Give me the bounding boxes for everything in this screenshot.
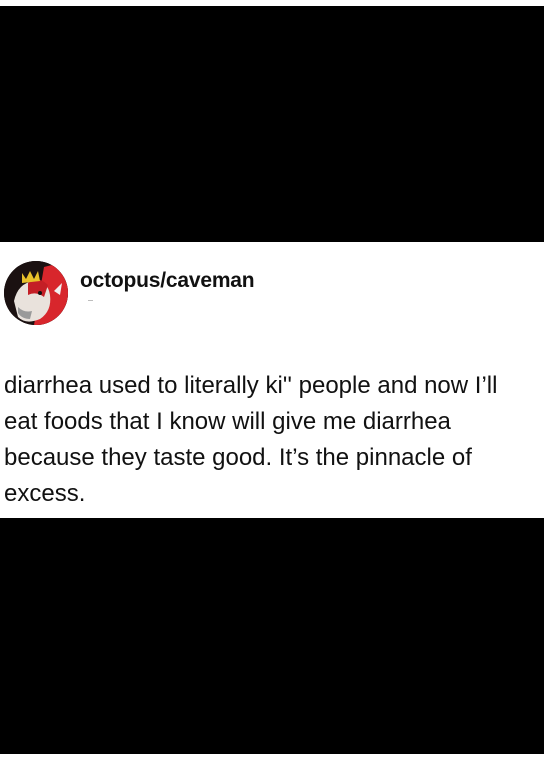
crowned-dog-avatar-icon <box>4 261 68 325</box>
handle-indicator <box>88 300 93 301</box>
bottom-black-frame <box>0 518 544 754</box>
bottom-border <box>0 754 544 760</box>
top-black-frame <box>0 6 544 242</box>
post-text: diarrhea used to literally ki'' people a… <box>4 372 498 507</box>
post-card: octopus/caveman diarrhea used to literal… <box>0 242 544 518</box>
username[interactable]: octopus/caveman <box>80 269 255 293</box>
user-avatar[interactable] <box>4 261 68 325</box>
